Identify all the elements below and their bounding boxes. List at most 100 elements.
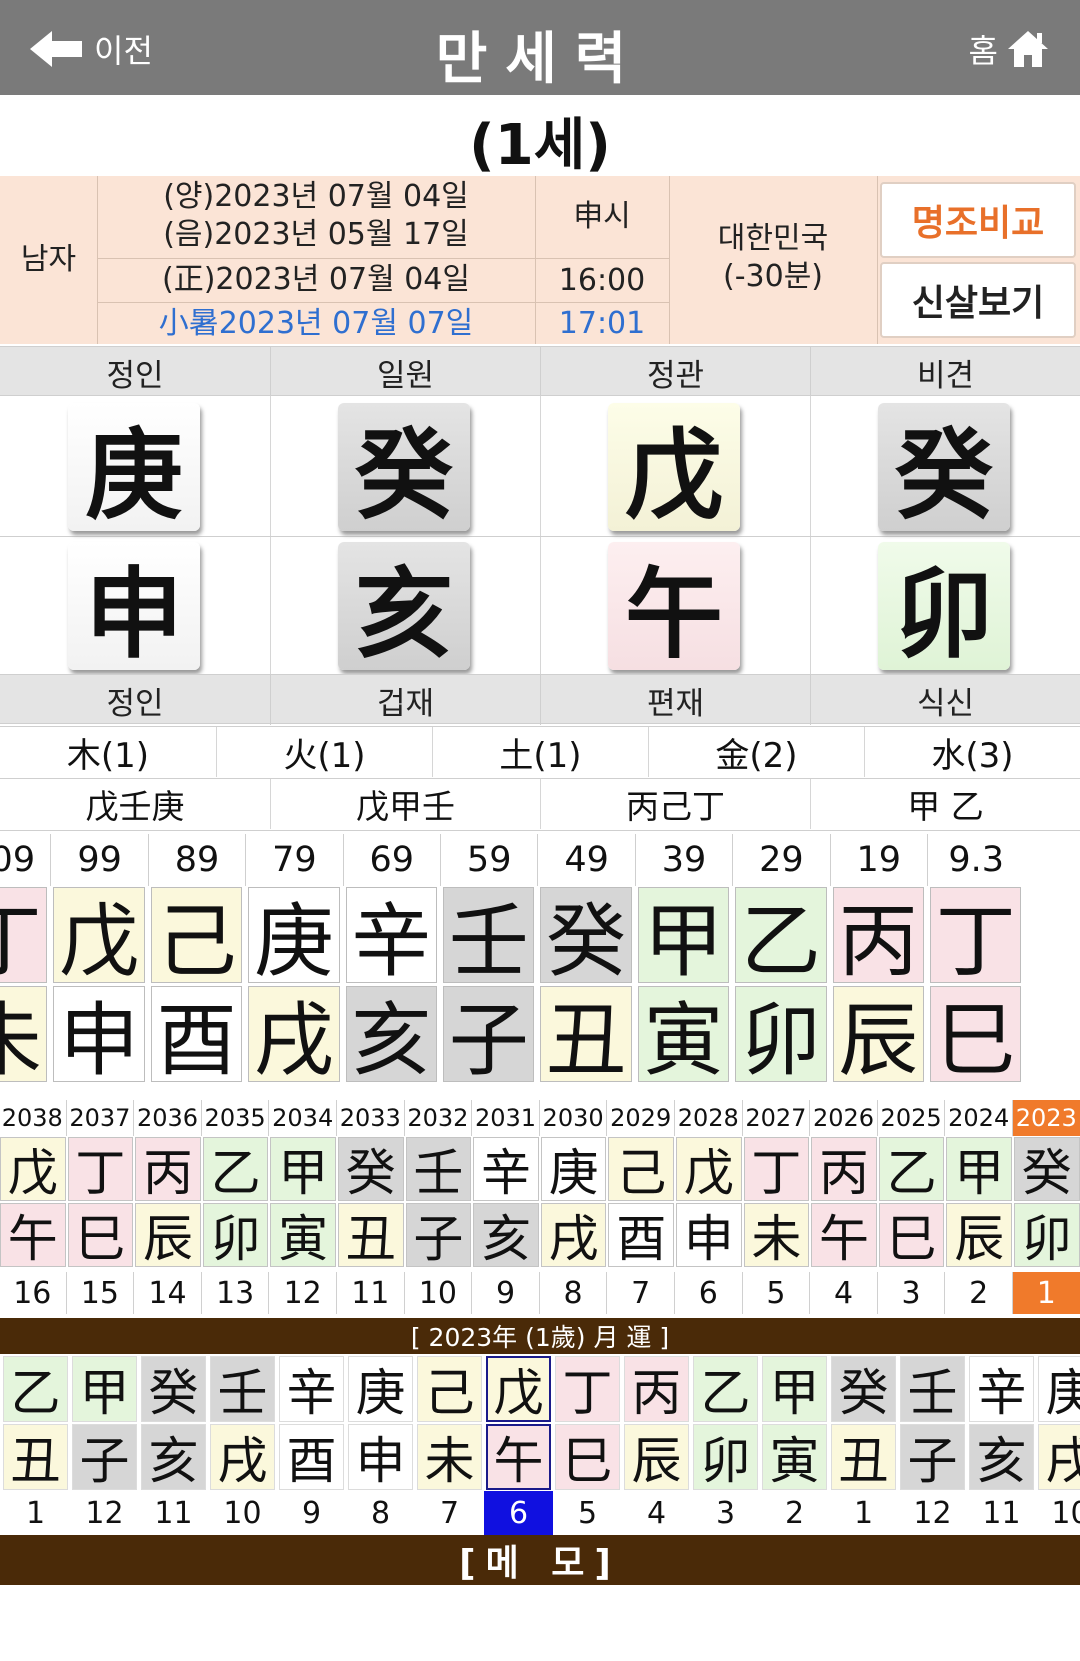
year-stem[interactable]: 乙	[878, 1137, 945, 1201]
daeun-stem[interactable]: 丁	[930, 887, 1022, 983]
year-age[interactable]: 14	[134, 1272, 202, 1314]
month-number[interactable]: 9	[277, 1491, 346, 1535]
year-age[interactable]: 10	[404, 1272, 473, 1314]
daeun-stem[interactable]: 辛	[345, 887, 437, 983]
daeun-branch[interactable]: 未	[0, 986, 48, 1082]
month-branch[interactable]: 申	[348, 1424, 413, 1490]
month-stem[interactable]: 乙	[3, 1356, 68, 1422]
year-branch[interactable]: 巳	[67, 1203, 134, 1267]
year-label[interactable]: 2024	[945, 1100, 1013, 1136]
pillar-branch-month[interactable]: 亥	[338, 542, 470, 672]
month-number[interactable]: 7	[415, 1491, 484, 1535]
year-label[interactable]: 2030	[539, 1100, 608, 1136]
daeun-branch[interactable]: 丑	[540, 986, 632, 1082]
year-label[interactable]: 2031	[472, 1100, 540, 1136]
year-stem[interactable]: 戊	[0, 1137, 66, 1201]
month-number[interactable]: 1	[829, 1491, 898, 1535]
daeun-stem[interactable]: 戊	[53, 887, 145, 983]
daeun-branch[interactable]: 申	[53, 986, 145, 1082]
month-number[interactable]: 3	[691, 1491, 760, 1535]
month-stem[interactable]: 辛	[279, 1356, 344, 1422]
month-branch[interactable]: 戌	[210, 1424, 275, 1490]
daeun-stem[interactable]: 庚	[248, 887, 340, 983]
pillar-stem-year[interactable]: 庚	[68, 403, 200, 533]
month-branch[interactable]: 寅	[762, 1424, 827, 1490]
year-age[interactable]: 6	[675, 1272, 743, 1314]
year-branch[interactable]: 亥	[473, 1203, 539, 1267]
month-stem[interactable]: 丁	[555, 1356, 620, 1422]
shinsal-button[interactable]: 신살보기	[880, 262, 1076, 338]
month-branch[interactable]: 子	[900, 1424, 965, 1490]
pillar-stem-month[interactable]: 癸	[338, 403, 470, 533]
month-branch[interactable]: 未	[417, 1424, 482, 1490]
month-branch[interactable]: 午	[486, 1424, 551, 1490]
daeun-branch[interactable]: 酉	[150, 986, 243, 1082]
year-stem[interactable]: 甲	[946, 1137, 1012, 1201]
month-branch[interactable]: 辰	[624, 1424, 689, 1490]
daeun-stem[interactable]: 壬	[443, 887, 535, 983]
month-stem[interactable]: 庚	[1038, 1356, 1080, 1422]
year-age[interactable]: 7	[607, 1272, 675, 1314]
month-stem[interactable]: 甲	[72, 1356, 137, 1422]
year-age[interactable]: 11	[337, 1272, 405, 1314]
year-label[interactable]: 2038	[0, 1100, 67, 1136]
year-branch[interactable]: 卯	[1014, 1203, 1080, 1267]
year-stem[interactable]: 丁	[743, 1137, 810, 1201]
year-label[interactable]: 2032	[404, 1100, 473, 1136]
year-label[interactable]: 2035	[201, 1100, 270, 1136]
pillar-stem-day[interactable]: 戊	[608, 403, 740, 533]
month-stem[interactable]: 己	[417, 1356, 482, 1422]
year-stem[interactable]: 乙	[202, 1137, 269, 1201]
year-label[interactable]: 2027	[742, 1100, 811, 1136]
year-branch[interactable]: 酉	[608, 1203, 674, 1267]
year-stem[interactable]: 癸	[1014, 1137, 1080, 1201]
month-number[interactable]: 5	[553, 1491, 622, 1535]
month-branch[interactable]: 卯	[693, 1424, 758, 1490]
daeun-branch[interactable]: 巳	[930, 986, 1022, 1082]
year-label[interactable]: 2025	[877, 1100, 946, 1136]
year-branch[interactable]: 寅	[270, 1203, 336, 1267]
daeun-branch[interactable]: 辰	[832, 986, 924, 1082]
year-branch[interactable]: 申	[676, 1203, 742, 1267]
month-branch[interactable]: 酉	[279, 1424, 344, 1490]
year-label[interactable]: 2023	[1013, 1100, 1080, 1136]
year-branch[interactable]: 午	[811, 1203, 877, 1267]
year-stem[interactable]: 壬	[405, 1137, 472, 1201]
month-stem[interactable]: 戊	[486, 1356, 551, 1422]
month-stem[interactable]: 丙	[624, 1356, 689, 1422]
year-label[interactable]: 2026	[810, 1100, 878, 1136]
year-age[interactable]: 15	[66, 1272, 135, 1314]
year-branch[interactable]: 辰	[946, 1203, 1012, 1267]
year-label[interactable]: 2034	[269, 1100, 337, 1136]
year-branch[interactable]: 子	[405, 1203, 472, 1267]
year-age[interactable]: 4	[810, 1272, 878, 1314]
home-button[interactable]: 홈	[969, 24, 1050, 74]
month-branch[interactable]: 亥	[141, 1424, 206, 1490]
year-age[interactable]: 16	[0, 1272, 67, 1314]
pillar-branch-year[interactable]: 申	[68, 542, 200, 672]
year-stem[interactable]: 丙	[135, 1137, 201, 1201]
year-label[interactable]: 2037	[66, 1100, 135, 1136]
year-label[interactable]: 2028	[675, 1100, 743, 1136]
month-branch[interactable]: 亥	[969, 1424, 1034, 1490]
year-age[interactable]: 9	[472, 1272, 540, 1314]
month-branch[interactable]: 巳	[555, 1424, 620, 1490]
month-number[interactable]: 12	[898, 1491, 967, 1535]
month-branch[interactable]: 戌	[1038, 1424, 1080, 1490]
month-stem[interactable]: 壬	[900, 1356, 965, 1422]
year-branch[interactable]: 戌	[540, 1203, 607, 1267]
year-branch[interactable]: 未	[743, 1203, 810, 1267]
daeun-branch[interactable]: 亥	[345, 986, 437, 1082]
month-branch[interactable]: 子	[72, 1424, 137, 1490]
daeun-stem[interactable]: 丁	[0, 887, 48, 983]
compare-button[interactable]: 명조비교	[880, 182, 1076, 258]
year-stem[interactable]: 甲	[270, 1137, 336, 1201]
year-age[interactable]: 1	[1013, 1272, 1080, 1314]
daeun-branch[interactable]: 卯	[735, 986, 827, 1082]
year-stem[interactable]: 癸	[338, 1137, 404, 1201]
year-branch[interactable]: 午	[0, 1203, 66, 1267]
month-number[interactable]: 4	[622, 1491, 691, 1535]
month-number[interactable]: 11	[967, 1491, 1036, 1535]
year-branch[interactable]: 巳	[878, 1203, 945, 1267]
year-age[interactable]: 5	[742, 1272, 811, 1314]
